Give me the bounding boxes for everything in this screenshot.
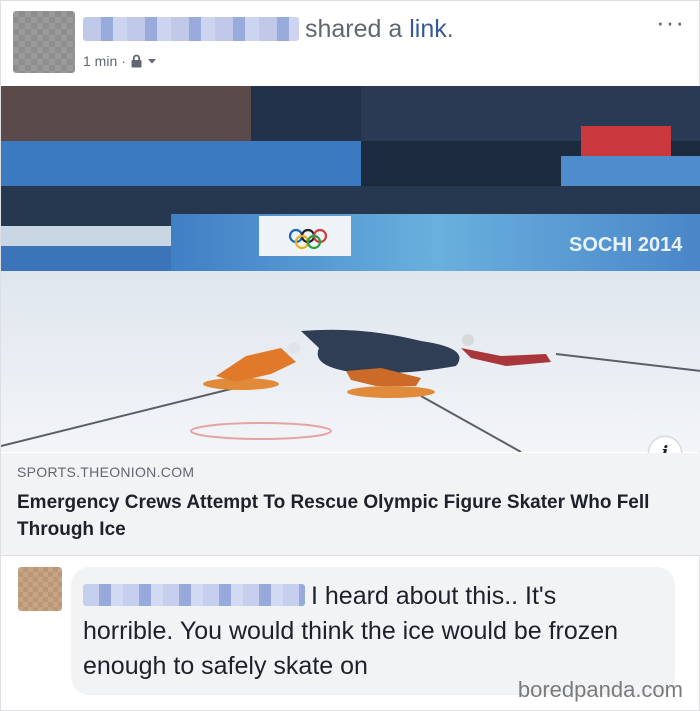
post-timestamp[interactable]: 1 min <box>83 53 117 69</box>
watermark: boredpanda.com <box>517 677 683 702</box>
poster-name-blurred[interactable] <box>83 17 299 41</box>
comment-bubble: I heard about this.. It's horrible. You … <box>71 567 675 695</box>
shared-text: shared a <box>305 15 410 43</box>
link-domain: SPORTS.THEONION.COM <box>17 464 195 480</box>
link-preview-box[interactable]: SPORTS.THEONION.COM Emergency Crews Atte… <box>1 453 700 556</box>
post-meta: 1 min · <box>83 53 157 69</box>
lock-icon[interactable] <box>130 54 143 68</box>
post-action-text: shared a link. <box>305 15 454 44</box>
shared-link[interactable]: link <box>409 15 447 43</box>
link-preview-image[interactable]: SOCHI 2014 <box>1 86 700 452</box>
chevron-down-icon[interactable] <box>147 57 157 65</box>
link-headline[interactable]: Emergency Crews Attempt To Rescue Olympi… <box>17 489 677 543</box>
meta-separator: · <box>121 53 126 69</box>
banner-sochi-text: SOCHI 2014 <box>569 234 683 256</box>
commenter-avatar[interactable] <box>18 567 62 611</box>
poster-avatar[interactable] <box>13 11 75 73</box>
shared-text-end: . <box>446 15 454 43</box>
more-options-icon[interactable]: ··· <box>656 7 685 38</box>
comment-text: I heard about this.. It's horrible. You … <box>83 582 619 680</box>
facebook-post: shared a link. 1 min · ··· SOCHI 2014 SP… <box>0 0 700 711</box>
